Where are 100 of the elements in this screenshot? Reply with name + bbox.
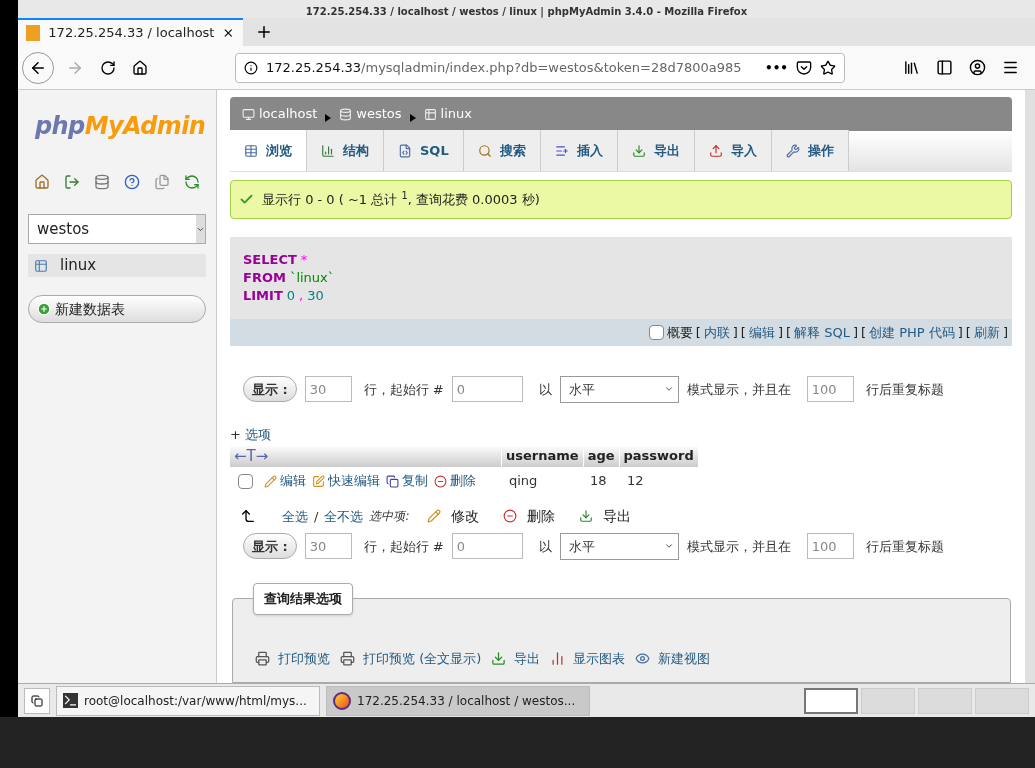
scrollbar[interactable] — [1025, 90, 1035, 683]
column-header[interactable]: password — [618, 444, 698, 468]
legend-label: 查询结果选项 — [253, 583, 353, 615]
database-icon[interactable] — [94, 174, 110, 190]
bracket-text: [ — [785, 324, 792, 343]
database-select[interactable]: westos — [28, 214, 206, 244]
close-icon[interactable] — [222, 26, 235, 40]
uncheck-all-link[interactable]: 全不选 — [324, 506, 364, 526]
sql-line: FROM `linux` — [243, 269, 335, 288]
bulk-action-button[interactable]: 修改 — [427, 505, 480, 527]
help-icon[interactable] — [124, 174, 140, 190]
printer-icon — [340, 650, 355, 666]
bracket-text: ] — [732, 324, 738, 343]
add-icon — [37, 302, 51, 316]
column-header[interactable]: age — [582, 444, 619, 468]
bracket-text: [ — [860, 324, 867, 343]
terminal-icon — [63, 693, 78, 708]
url-text: 172.25.254.33/mysqladmin/index.php?db=westos&token=28d7800a985 — [266, 58, 743, 77]
window-title: 172.25.254.33 / localhost / westos / linux | phpMyAdmin 3.4.0 - Mozilla Firefox — [305, 6, 748, 18]
database-icon — [339, 107, 353, 121]
nav-tab[interactable]: 导出 — [617, 130, 695, 172]
menu-icon[interactable] — [1002, 59, 1019, 76]
library-icon[interactable] — [903, 59, 920, 76]
export-icon — [579, 509, 594, 524]
export-icon — [491, 650, 507, 666]
nav-tab[interactable]: 操作 — [771, 130, 849, 172]
nav-tab[interactable]: 搜索 — [463, 130, 541, 172]
edit-note-icon — [312, 474, 325, 488]
sql-tool-link[interactable]: 解释 SQL — [794, 323, 850, 343]
sidebar-icon[interactable] — [936, 59, 953, 76]
start-row-field[interactable]: 0 — [451, 533, 523, 560]
mode-select[interactable]: 水平 — [559, 375, 679, 403]
table-cell-text: 12 — [626, 472, 645, 491]
row-checkbox[interactable] — [238, 473, 253, 489]
rows-field[interactable]: 30 — [304, 533, 352, 560]
taskbar-window[interactable]: root@localhost:/var/www/html/mys... — [56, 685, 320, 716]
show-button[interactable]: 显示 : — [243, 533, 297, 560]
mode-prefix: 以 — [538, 537, 552, 556]
result-option-link[interactable]: 新建视图 — [635, 648, 711, 668]
sql-tool-link[interactable]: 创建 PHP 代码 — [869, 323, 955, 343]
breadcrumb-link[interactable]: westos — [356, 104, 402, 124]
result-option-link[interactable]: 导出 — [491, 648, 541, 668]
search-icon — [477, 143, 492, 158]
mode-select[interactable]: 水平 — [559, 532, 679, 560]
bracket-text: [ — [740, 324, 746, 343]
script-icon — [398, 143, 412, 158]
nav-tab[interactable]: 浏览 — [230, 130, 307, 172]
home-icon[interactable] — [132, 59, 148, 76]
repeat-label: 行后重复标题 — [865, 380, 944, 399]
breadcrumb-link[interactable]: linux — [440, 104, 472, 124]
bulk-action-button[interactable]: 导出 — [579, 505, 632, 527]
account-icon[interactable] — [969, 59, 986, 76]
reload-icon[interactable] — [100, 59, 116, 76]
star-icon[interactable] — [820, 59, 836, 76]
column-arrows[interactable]: ←T→ — [230, 444, 501, 468]
sql-tool-link[interactable]: 内联 — [703, 323, 730, 343]
pocket-icon[interactable] — [796, 59, 812, 76]
breadcrumb-link[interactable]: localhost — [259, 104, 318, 124]
nav-tab[interactable]: 插入 — [540, 130, 618, 172]
phpmyadmin-logo[interactable]: phpMyAdmin — [35, 108, 206, 144]
windows-icon — [31, 694, 43, 707]
options-link[interactable]: 选项 — [244, 425, 271, 445]
rows-field[interactable]: 30 — [304, 376, 352, 403]
delete-icon — [503, 509, 518, 524]
row-action-link[interactable]: 删除 — [434, 471, 476, 491]
sql-tool-link[interactable]: 编辑 — [748, 323, 775, 343]
column-header[interactable]: username — [501, 444, 583, 468]
show-desktop-button[interactable] — [24, 687, 50, 714]
new-tab-icon[interactable] — [255, 23, 273, 41]
info-icon — [244, 60, 258, 75]
nav-tab[interactable]: 结构 — [307, 130, 384, 172]
row-action-link[interactable]: 复制 — [386, 471, 428, 491]
new-table-button[interactable]: 新建数据表 — [28, 295, 206, 323]
exit-icon[interactable] — [64, 174, 80, 190]
table-item[interactable]: linux — [28, 254, 206, 277]
row-action-link[interactable]: 编辑 — [264, 471, 306, 491]
triangle-icon — [325, 114, 332, 123]
start-row-field[interactable]: 0 — [451, 376, 523, 403]
url-bar[interactable]: 172.25.254.33/mysqladmin/index.php?db=westos&token=28d7800a985 ••• — [235, 52, 845, 83]
nav-tab[interactable]: SQL — [384, 130, 464, 172]
result-option-link[interactable]: 打印预览 (全文显示) — [340, 648, 482, 668]
check-all-link[interactable]: 全选 — [282, 506, 308, 526]
repeat-field[interactable]: 100 — [806, 376, 854, 403]
bulk-action-button[interactable]: 删除 — [503, 505, 556, 527]
browser-tab[interactable]: 172.25.254.33 / localhost — [18, 18, 243, 46]
profiling-checkbox[interactable] — [648, 325, 664, 341]
mode-label: 模式显示，并且在 — [686, 380, 791, 399]
row-action-link[interactable]: 快速编辑 — [312, 471, 380, 491]
repeat-field[interactable]: 100 — [806, 533, 854, 560]
pencil-icon — [427, 509, 442, 524]
show-button[interactable]: 显示 : — [243, 376, 297, 403]
more-text[interactable]: ••• — [765, 58, 788, 77]
result-option-link[interactable]: 显示图表 — [550, 648, 626, 668]
sql-line: SELECT * — [243, 251, 308, 270]
taskbar-window[interactable]: 172.25.254.33 / localhost / westos... — [326, 685, 590, 716]
nav-tab[interactable]: 导入 — [694, 130, 772, 172]
workspace-button[interactable] — [804, 687, 858, 714]
result-option-link[interactable]: 打印预览 — [255, 648, 330, 668]
sql-tool-link[interactable]: 刷新 — [973, 323, 1000, 343]
documents-icon[interactable] — [154, 174, 170, 190]
